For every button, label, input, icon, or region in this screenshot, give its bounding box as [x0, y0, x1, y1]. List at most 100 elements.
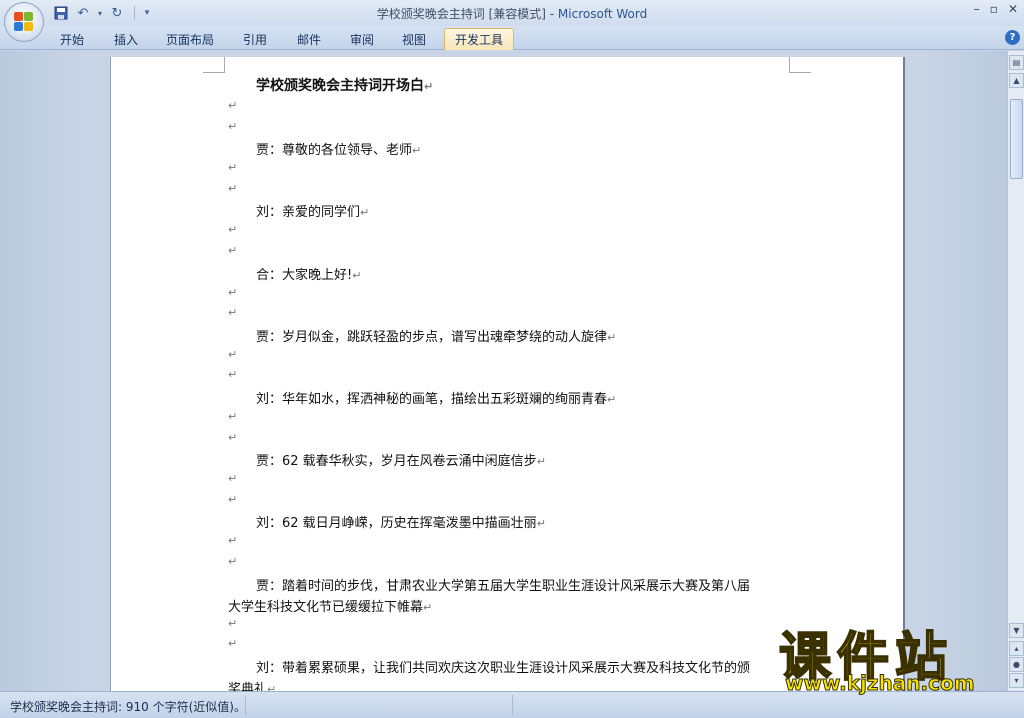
paragraph-mark: ↵ [228, 534, 238, 547]
office-button[interactable] [4, 2, 44, 42]
margin-corner-top-right [789, 57, 811, 73]
status-separator [512, 695, 513, 715]
status-separator [245, 695, 246, 715]
paragraph-mark: ↵ [607, 331, 617, 344]
paragraph-mark: ↵ [424, 80, 434, 93]
document-area: 学校颁奖晚会主持词开场白↵ ↵ ↵ 贾：尊敬的各位领导、老师↵ ↵ ↵ 刘：亲爱的同学们↵ ↵… [0, 51, 1007, 691]
tab-view[interactable]: 视图 [392, 28, 436, 50]
paragraph-mark: ↵ [228, 431, 238, 444]
document-paragraph: 贾：62 载春华秋实，岁月在风卷云涌中闲庭信步↵ [256, 450, 546, 469]
help-icon[interactable]: ? [1005, 30, 1020, 45]
scroll-thumb[interactable] [1010, 99, 1023, 179]
empty-paragraph: ↵ [228, 430, 237, 445]
paragraph-mark: ↵ [267, 683, 277, 691]
empty-paragraph: ↵ [228, 367, 237, 382]
document-paragraph: 贾：岁月似金，跳跃轻盈的步点，谱写出魂牵梦绕的动人旋律↵ [256, 326, 616, 345]
restore-button[interactable]: ▫ [990, 2, 998, 16]
select-browse-object-icon[interactable]: ● [1009, 657, 1024, 672]
paragraph-mark: ↵ [536, 517, 546, 530]
paragraph-mark: ↵ [228, 493, 238, 506]
tab-page-layout[interactable]: 页面布局 [156, 28, 224, 50]
tab-developer[interactable]: 开发工具 [444, 28, 515, 50]
paragraph-mark: ↵ [360, 206, 370, 219]
empty-paragraph: ↵ [228, 636, 237, 651]
tab-references[interactable]: 引用 [233, 28, 277, 50]
paragraph-mark: ↵ [228, 617, 238, 630]
document-title-text: 学校颁奖晚会主持词开场白 [256, 78, 424, 94]
paragraph-mark: ↵ [412, 144, 422, 157]
office-logo-icon [14, 12, 34, 32]
paragraph-text: 贾：岁月似金，跳跃轻盈的步点，谱写出魂牵梦绕的动人旋律 [256, 330, 608, 345]
title-bar: ↶ ▾ ↻ ▾ 学校颁奖晚会主持词 [兼容模式] - Microsoft Wor… [0, 0, 1024, 42]
paragraph-text: 刘：带着累累硕果，让我们共同欢庆这次职业生涯设计风采展示大赛及科技文化节的颁 [256, 661, 751, 676]
watermark-logo: 课件站 www.kjzhan.com [775, 615, 1010, 696]
empty-paragraph: ↵ [228, 181, 237, 196]
window-title-app: Microsoft Word [557, 7, 648, 21]
paragraph-text: 贾：62 载春华秋实，岁月在风卷云涌中闲庭信步 [256, 454, 537, 469]
paragraph-text: 大学生科技文化节已缓缓拉下帷幕 [228, 600, 424, 615]
margin-corner-top-left [203, 57, 225, 73]
document-paragraph: 贾：踏着时间的步伐，甘肃农业大学第五届大学生职业生涯设计风采展示大赛及第八届 [256, 575, 750, 594]
document-paragraph: 大学生科技文化节已缓缓拉下帷幕↵ [228, 596, 432, 615]
empty-paragraph: ↵ [228, 98, 237, 113]
paragraph-mark: ↵ [536, 455, 546, 468]
paragraph-mark: ↵ [228, 306, 238, 319]
paragraph-mark: ↵ [607, 393, 617, 406]
empty-paragraph: ↵ [228, 616, 237, 631]
paragraph-mark: ↵ [228, 120, 238, 133]
minimize-button[interactable]: – [974, 2, 980, 16]
empty-paragraph: ↵ [228, 285, 237, 300]
paragraph-mark: ↵ [228, 223, 238, 236]
empty-paragraph: ↵ [228, 347, 237, 362]
tab-mailings[interactable]: 邮件 [287, 28, 331, 50]
paragraph-text: 合：大家晚上好! [256, 268, 353, 283]
tab-insert[interactable]: 插入 [104, 28, 148, 50]
empty-paragraph: ↵ [228, 492, 237, 507]
status-bar: 学校颁奖晚会主持词: 910 个字符(近似值)。 [0, 691, 1024, 718]
document-paragraph: 贾：尊敬的各位领导、老师↵ [256, 139, 421, 158]
paragraph-text: 贾：尊敬的各位领导、老师 [256, 143, 413, 158]
empty-paragraph: ↵ [228, 305, 237, 320]
paragraph-mark: ↵ [228, 555, 238, 568]
scroll-down-button[interactable]: ▼ [1009, 623, 1024, 638]
vertical-scrollbar[interactable]: ▤ ▲ ▼ ▴ ● ▾ [1007, 51, 1024, 691]
empty-paragraph: ↵ [228, 222, 237, 237]
previous-page-icon[interactable]: ▴ [1009, 641, 1024, 656]
empty-paragraph: ↵ [228, 533, 237, 548]
document-paragraph: 刘：华年如水，挥洒神秘的画笔，描绘出五彩斑斓的绚丽青春↵ [256, 388, 616, 407]
paragraph-mark: ↵ [228, 182, 238, 195]
close-button[interactable]: ✕ [1008, 2, 1018, 16]
document-paragraph: 合：大家晚上好!↵ [256, 264, 361, 283]
ribbon-tab-bar: 开始 插入 页面布局 引用 邮件 审阅 视图 开发工具 ? [0, 26, 1024, 50]
paragraph-mark: ↵ [228, 472, 238, 485]
watermark-url: www.kjzhan.com [785, 671, 976, 696]
paragraph-mark: ↵ [228, 348, 238, 361]
document-page[interactable]: 学校颁奖晚会主持词开场白↵ ↵ ↵ 贾：尊敬的各位领导、老师↵ ↵ ↵ 刘：亲爱的同学们↵ ↵… [110, 57, 905, 691]
empty-paragraph: ↵ [228, 160, 237, 175]
document-paragraph: 刘：带着累累硕果，让我们共同欢庆这次职业生涯设计风采展示大赛及科技文化节的颁 [256, 657, 750, 676]
paragraph-text: 贾：踏着时间的步伐，甘肃农业大学第五届大学生职业生涯设计风采展示大赛及第八届 [256, 579, 751, 594]
window-title-doc: 学校颁奖晚会主持词 [兼容模式] - [376, 7, 558, 21]
paragraph-mark: ↵ [423, 601, 433, 614]
paragraph-mark: ↵ [352, 269, 362, 282]
paragraph-mark: ↵ [228, 410, 238, 423]
view-ruler-icon[interactable]: ▤ [1009, 55, 1024, 70]
paragraph-mark: ↵ [228, 161, 238, 174]
paragraph-text: 奖典礼 [228, 682, 268, 691]
scroll-up-button[interactable]: ▲ [1009, 73, 1024, 88]
status-word-count[interactable]: 学校颁奖晚会主持词: 910 个字符(近似值)。 [10, 698, 246, 715]
tab-review[interactable]: 审阅 [340, 28, 384, 50]
document-paragraph: 奖典礼↵ [228, 678, 276, 691]
paragraph-text: 刘：62 载日月峥嵘，历史在挥毫泼墨中描画壮丽 [256, 516, 537, 531]
empty-paragraph: ↵ [228, 554, 237, 569]
next-page-icon[interactable]: ▾ [1009, 673, 1024, 688]
paragraph-mark: ↵ [228, 244, 238, 257]
window-title: 学校颁奖晚会主持词 [兼容模式] - Microsoft Word [0, 5, 1024, 22]
tab-home[interactable]: 开始 [50, 28, 94, 50]
document-paragraph: 刘：62 载日月峥嵘，历史在挥毫泼墨中描画壮丽↵ [256, 512, 546, 531]
empty-paragraph: ↵ [228, 471, 237, 486]
paragraph-text: 刘：华年如水，挥洒神秘的画笔，描绘出五彩斑斓的绚丽青春 [256, 392, 608, 407]
paragraph-mark: ↵ [228, 99, 238, 112]
empty-paragraph: ↵ [228, 243, 237, 258]
empty-paragraph: ↵ [228, 119, 237, 134]
